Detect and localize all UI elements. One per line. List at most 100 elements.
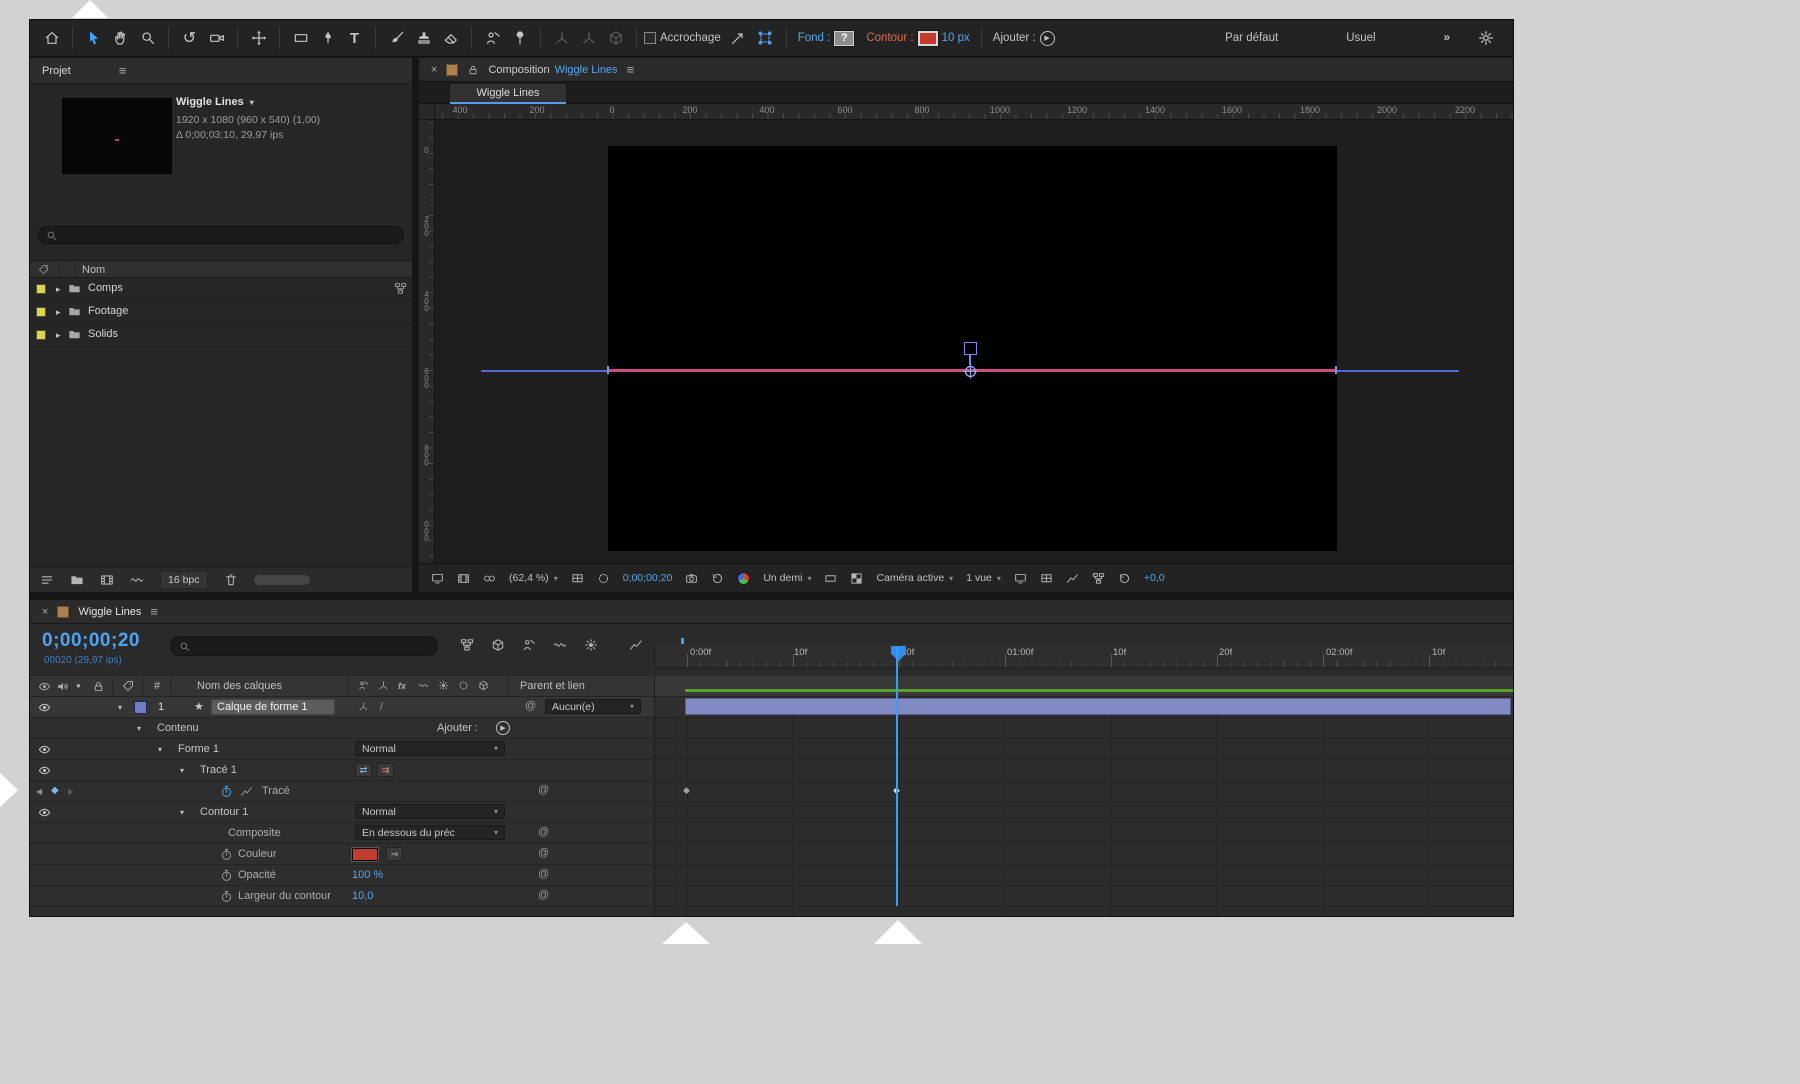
project-search-input[interactable] bbox=[62, 229, 396, 241]
expand-arrow-icon[interactable]: ▸ bbox=[56, 330, 61, 341]
anchor-point-crosshair[interactable] bbox=[963, 364, 978, 379]
keyframe-toggle-icon[interactable]: ◆ bbox=[51, 785, 59, 796]
add-shape-menu-icon[interactable]: ▶ bbox=[1040, 31, 1055, 46]
folder-name[interactable]: Footage bbox=[88, 305, 128, 317]
playhead-line[interactable] bbox=[896, 646, 898, 906]
property-track[interactable] bbox=[654, 886, 1513, 907]
eraser-tool-icon[interactable] bbox=[437, 25, 464, 52]
index-column-header[interactable]: # bbox=[154, 680, 160, 692]
add-property-menu-icon[interactable]: ▶ bbox=[496, 721, 510, 735]
hand-tool-icon[interactable] bbox=[107, 25, 134, 52]
composition-tab-label[interactable]: Composition bbox=[488, 64, 549, 76]
safe-zones-icon[interactable] bbox=[571, 572, 584, 585]
layer-name-column-header[interactable]: Nom des calques bbox=[197, 680, 282, 692]
current-time-display[interactable]: 0;00;00;20 bbox=[623, 572, 673, 584]
blend-mode-select[interactable]: Normal▾ bbox=[355, 741, 505, 756]
expand-arrow-icon[interactable]: ▸ bbox=[56, 284, 61, 295]
flowchart-button-icon[interactable] bbox=[1092, 572, 1105, 585]
roto-brush-tool-icon[interactable] bbox=[479, 25, 506, 52]
new-composition-icon[interactable] bbox=[100, 573, 114, 587]
composite-select[interactable]: En dessous du préc▾ bbox=[355, 825, 505, 840]
pixel-aspect-correction-icon[interactable] bbox=[1040, 572, 1053, 585]
path-endpoint-handle[interactable] bbox=[607, 366, 609, 374]
collapse-transformations-icon[interactable] bbox=[358, 701, 369, 712]
always-preview-icon[interactable] bbox=[483, 572, 496, 585]
timeline-time-ruler[interactable]: 0:00f 10f 20f 01:00f 10f 20f 02:00f 10f bbox=[654, 644, 1513, 668]
viewer-lock-icon[interactable] bbox=[431, 572, 444, 585]
view-layout-icon[interactable] bbox=[1014, 572, 1027, 585]
layer-label-color-swatch[interactable] bbox=[134, 701, 147, 714]
color-depth-button[interactable]: 16 bpc bbox=[160, 571, 208, 589]
workspace-settings-gear-icon[interactable] bbox=[1472, 25, 1499, 52]
property-track[interactable] bbox=[654, 760, 1513, 781]
interpret-footage-icon[interactable] bbox=[40, 573, 54, 587]
mask-visibility-icon[interactable] bbox=[597, 572, 610, 585]
show-channel-icon[interactable] bbox=[737, 572, 750, 585]
new-folder-icon[interactable] bbox=[70, 573, 84, 587]
view-axis-mode-icon[interactable] bbox=[602, 25, 629, 52]
group-visibility-eye-icon[interactable] bbox=[38, 806, 51, 819]
magnification-select[interactable]: (62,4 %)▾ bbox=[509, 572, 558, 584]
color-picker-icon[interactable]: ⇒ bbox=[386, 847, 403, 861]
property-value[interactable]: 100 % bbox=[352, 869, 383, 881]
group-visibility-eye-icon[interactable] bbox=[38, 743, 51, 756]
layer-row-calque-de-forme-1[interactable]: ▾ 1 ★ Calque de forme 1 / @ Aucun(e)▾ bbox=[30, 697, 1513, 718]
blend-mode-select[interactable]: Normal▾ bbox=[355, 804, 505, 819]
folder-name[interactable]: Comps bbox=[88, 282, 123, 294]
snapping-checkbox[interactable] bbox=[644, 32, 656, 44]
stopwatch-icon[interactable] bbox=[220, 890, 233, 903]
camera-tool-icon[interactable] bbox=[203, 25, 230, 52]
label-color-swatch[interactable] bbox=[36, 330, 46, 340]
panel-menu-icon[interactable]: ≡ bbox=[627, 62, 635, 77]
pen-tool-icon[interactable] bbox=[314, 25, 341, 52]
layer-expander-icon[interactable]: ▾ bbox=[118, 703, 122, 712]
stroke-width-value[interactable]: 10 px bbox=[942, 32, 970, 44]
layer-duration-track[interactable] bbox=[654, 697, 1513, 718]
property-track[interactable] bbox=[654, 844, 1513, 865]
shape-vertex-handle[interactable] bbox=[964, 342, 977, 355]
selection-tool-icon[interactable] bbox=[80, 25, 107, 52]
motion-blur-icon[interactable] bbox=[584, 638, 598, 652]
timeline-search-box[interactable] bbox=[170, 636, 438, 656]
horizontal-ruler[interactable]: 400 200 0 200 400 600 800 1000 1200 1400… bbox=[435, 104, 1513, 120]
path-direction-icon[interactable]: ⇄ bbox=[355, 763, 372, 777]
trash-icon[interactable] bbox=[224, 573, 238, 587]
puppet-pin-tool-icon[interactable] bbox=[506, 25, 533, 52]
property-value[interactable]: 10,0 bbox=[352, 890, 373, 902]
world-axis-mode-icon[interactable] bbox=[575, 25, 602, 52]
pickwhip-icon[interactable]: @ bbox=[538, 889, 549, 901]
panel-menu-icon[interactable]: ≡ bbox=[150, 604, 158, 619]
composition-tab-name[interactable]: Wiggle Lines bbox=[555, 64, 618, 76]
exposure-value[interactable]: +0,0 bbox=[1144, 572, 1165, 584]
frame-blending-icon[interactable] bbox=[553, 638, 567, 652]
property-label[interactable]: Opacité bbox=[238, 869, 276, 881]
project-settings-icon[interactable] bbox=[130, 573, 144, 587]
local-axis-mode-icon[interactable] bbox=[548, 25, 575, 52]
property-track[interactable] bbox=[654, 739, 1513, 760]
timeline-search-input[interactable] bbox=[196, 640, 429, 652]
pickwhip-icon[interactable]: @ bbox=[538, 826, 549, 838]
group-label[interactable]: Tracé 1 bbox=[200, 764, 237, 776]
clone-stamp-tool-icon[interactable] bbox=[410, 25, 437, 52]
workspace-usuel-button[interactable]: Usuel bbox=[1346, 32, 1375, 44]
property-label[interactable]: Composite bbox=[228, 827, 281, 839]
property-label[interactable]: Tracé bbox=[262, 785, 290, 797]
group-expander-icon[interactable]: ▾ bbox=[180, 808, 184, 817]
property-track[interactable] bbox=[654, 865, 1513, 886]
property-track[interactable] bbox=[654, 718, 1513, 739]
project-item-comps[interactable]: ▸ Comps bbox=[30, 278, 412, 301]
current-time-display[interactable]: 0;00;00;20 bbox=[42, 630, 140, 652]
project-search-box[interactable] bbox=[38, 226, 404, 244]
group-label[interactable]: Forme 1 bbox=[178, 743, 219, 755]
work-area-track[interactable] bbox=[654, 676, 1513, 697]
layer-visibility-eye-icon[interactable] bbox=[38, 701, 51, 714]
property-track[interactable] bbox=[654, 802, 1513, 823]
resolution-select[interactable]: Un demi▾ bbox=[763, 572, 811, 584]
shy-icon[interactable] bbox=[522, 638, 536, 652]
snapshot-icon[interactable] bbox=[685, 572, 698, 585]
composition-viewer[interactable] bbox=[435, 120, 1513, 563]
workspace-overflow-button[interactable]: » bbox=[1444, 32, 1450, 44]
value-graph-icon[interactable] bbox=[240, 785, 253, 798]
draft-3d-icon[interactable] bbox=[491, 638, 505, 652]
stroke-color-swatch[interactable] bbox=[352, 848, 378, 861]
